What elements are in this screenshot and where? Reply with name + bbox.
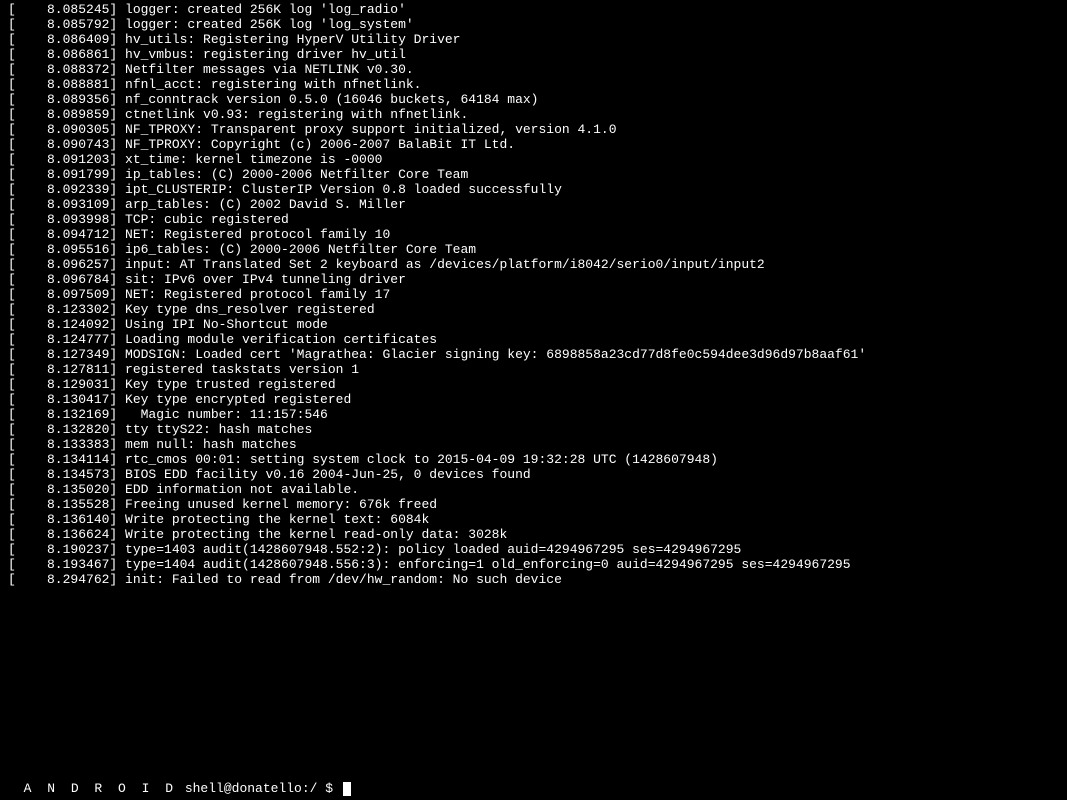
log-line: [ 8.193467] type=1404 audit(1428607948.5… (8, 557, 1059, 572)
log-line: [ 8.095516] ip6_tables: (C) 2000-2006 Ne… (8, 242, 1059, 257)
log-line: [ 8.136624] Write protecting the kernel … (8, 527, 1059, 542)
log-line: [ 8.096784] sit: IPv6 over IPv4 tunnelin… (8, 272, 1059, 287)
log-line: [ 8.134573] BIOS EDD facility v0.16 2004… (8, 467, 1059, 482)
cursor-icon (343, 782, 351, 796)
log-line: [ 8.123302] Key type dns_resolver regist… (8, 302, 1059, 317)
log-line: [ 8.085245] logger: created 256K log 'lo… (8, 2, 1059, 17)
shell-prompt[interactable]: A N D R O I D shell@donatello:/ $ (8, 766, 351, 796)
log-line: [ 8.088372] Netfilter messages via NETLI… (8, 62, 1059, 77)
log-line: [ 8.134114] rtc_cmos 00:01: setting syst… (8, 452, 1059, 467)
prompt-label: A N D R O I D (24, 781, 177, 796)
log-line: [ 8.135528] Freeing unused kernel memory… (8, 497, 1059, 512)
log-line: [ 8.136140] Write protecting the kernel … (8, 512, 1059, 527)
log-line: [ 8.129031] Key type trusted registered (8, 377, 1059, 392)
log-line: [ 8.124777] Loading module verification … (8, 332, 1059, 347)
log-line: [ 8.132169] Magic number: 11:157:546 (8, 407, 1059, 422)
log-line: [ 8.135020] EDD information not availabl… (8, 482, 1059, 497)
log-line: [ 8.086409] hv_utils: Registering HyperV… (8, 32, 1059, 47)
log-line: [ 8.089859] ctnetlink v0.93: registering… (8, 107, 1059, 122)
log-line: [ 8.127349] MODSIGN: Loaded cert 'Magrat… (8, 347, 1059, 362)
log-line: [ 8.093109] arp_tables: (C) 2002 David S… (8, 197, 1059, 212)
log-line: [ 8.086861] hv_vmbus: registering driver… (8, 47, 1059, 62)
log-line: [ 8.090305] NF_TPROXY: Transparent proxy… (8, 122, 1059, 137)
log-line: [ 8.294762] init: Failed to read from /d… (8, 572, 1059, 587)
log-line: [ 8.091799] ip_tables: (C) 2000-2006 Net… (8, 167, 1059, 182)
log-line: [ 8.132820] tty ttyS22: hash matches (8, 422, 1059, 437)
log-line: [ 8.190237] type=1403 audit(1428607948.5… (8, 542, 1059, 557)
log-line: [ 8.133383] mem null: hash matches (8, 437, 1059, 452)
log-line: [ 8.124092] Using IPI No-Shortcut mode (8, 317, 1059, 332)
log-line: [ 8.093998] TCP: cubic registered (8, 212, 1059, 227)
log-line: [ 8.096257] input: AT Translated Set 2 k… (8, 257, 1059, 272)
log-line: [ 8.094712] NET: Registered protocol fam… (8, 227, 1059, 242)
log-line: [ 8.092339] ipt_CLUSTERIP: ClusterIP Ver… (8, 182, 1059, 197)
log-line: [ 8.085792] logger: created 256K log 'lo… (8, 17, 1059, 32)
log-line: [ 8.091203] xt_time: kernel timezone is … (8, 152, 1059, 167)
log-line: [ 8.089356] nf_conntrack version 0.5.0 (… (8, 92, 1059, 107)
terminal-output: [ 8.085245] logger: created 256K log 'lo… (0, 0, 1067, 589)
log-line: [ 8.097509] NET: Registered protocol fam… (8, 287, 1059, 302)
log-line: [ 8.127811] registered taskstats version… (8, 362, 1059, 377)
log-line: [ 8.090743] NF_TPROXY: Copyright (c) 200… (8, 137, 1059, 152)
log-line: [ 8.130417] Key type encrypted registere… (8, 392, 1059, 407)
prompt-shell: shell@donatello:/ $ (177, 781, 341, 796)
log-line: [ 8.088881] nfnl_acct: registering with … (8, 77, 1059, 92)
